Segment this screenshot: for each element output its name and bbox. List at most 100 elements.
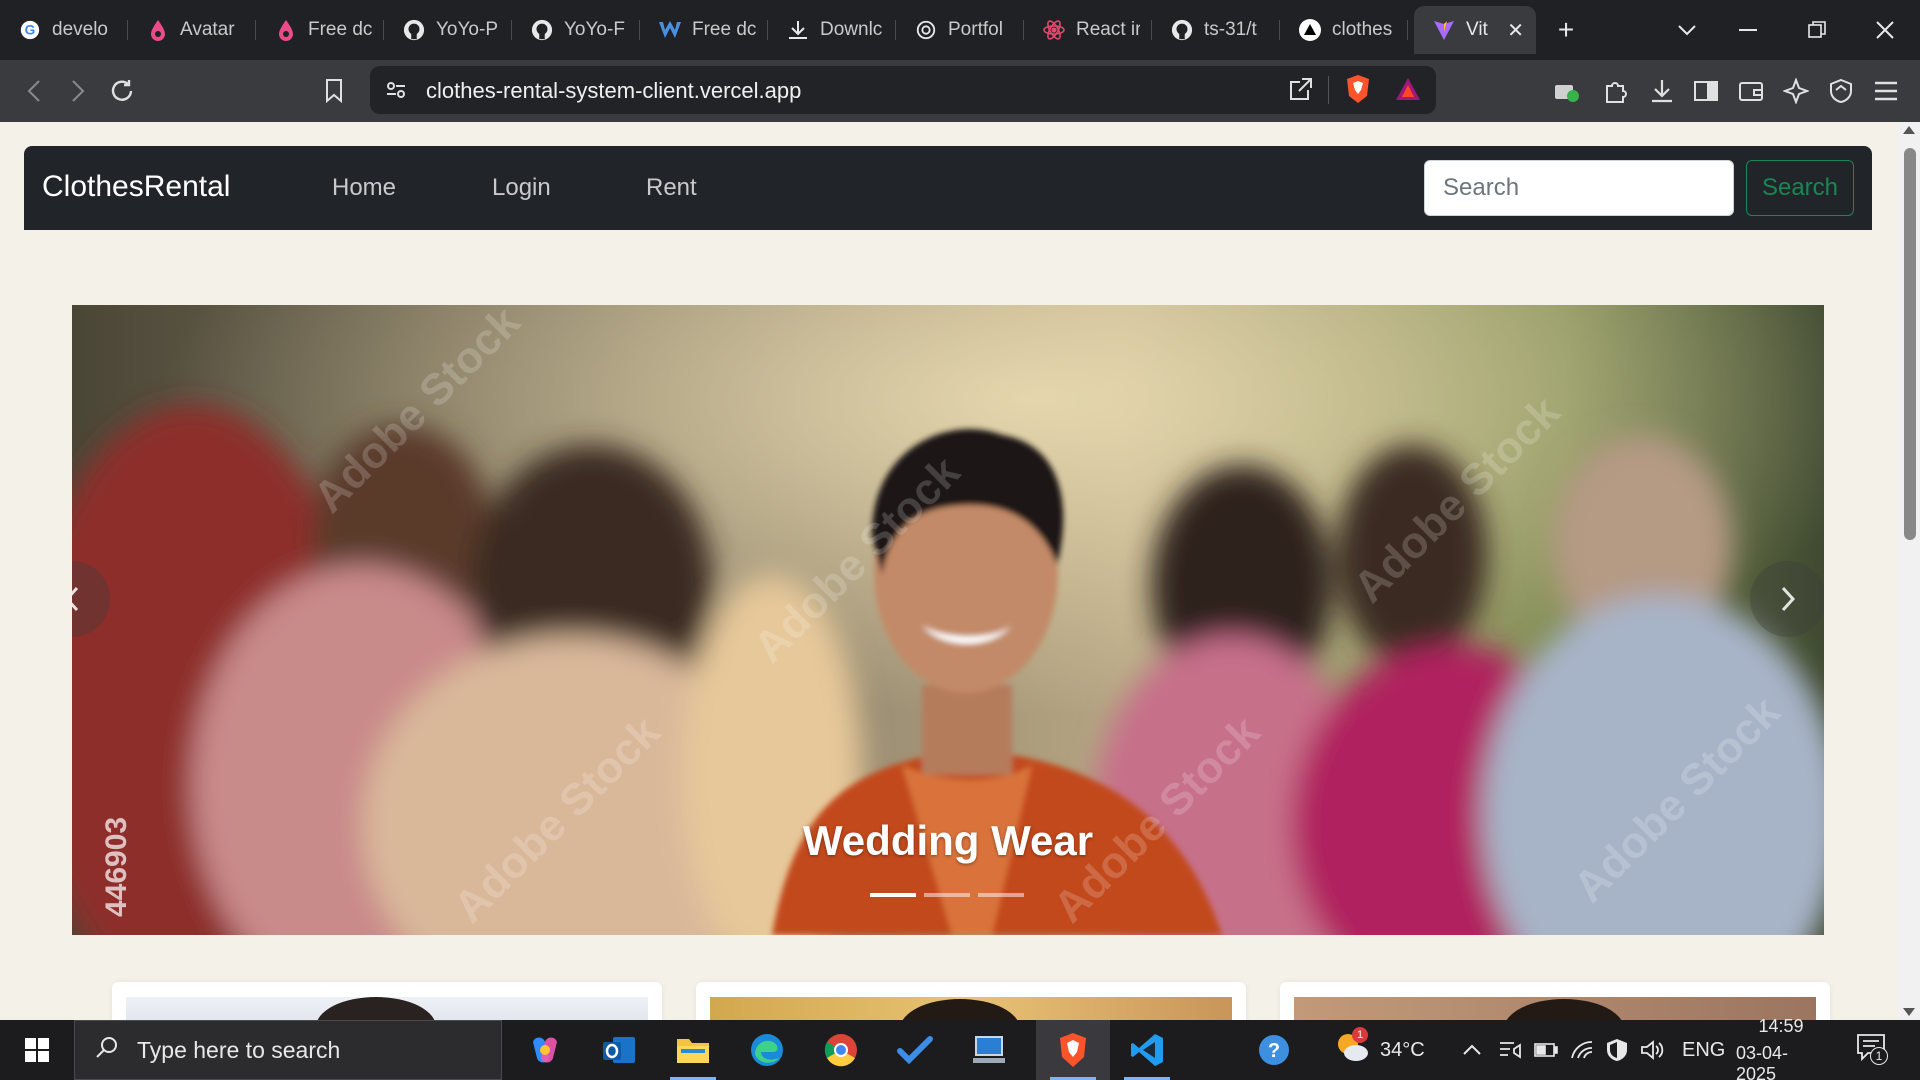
search-icon [95, 1035, 119, 1065]
clock-date: 03-04-2025 [1736, 1042, 1789, 1080]
share-icon[interactable] [1288, 76, 1314, 107]
show-hidden-icons-chevron-icon[interactable] [1462, 1020, 1482, 1080]
browser-tab[interactable]: Portfol [896, 6, 1024, 54]
carousel-indicator[interactable] [978, 893, 1024, 897]
browser-tab-active[interactable]: Vit ✕ [1414, 6, 1536, 54]
brave-browser-icon[interactable] [1036, 1020, 1110, 1080]
google-icon: G [18, 18, 42, 42]
scroll-down-arrow-icon[interactable] [1903, 1008, 1915, 1016]
nav-home-link[interactable]: Home [332, 174, 396, 202]
chrome-icon[interactable] [804, 1020, 878, 1080]
nav-login-link[interactable]: Login [492, 174, 551, 202]
browser-tab[interactable]: ts-31/t [1152, 6, 1280, 54]
scroll-up-arrow-icon[interactable] [1903, 126, 1915, 134]
vscode-icon[interactable] [1110, 1020, 1184, 1080]
todo-icon[interactable] [878, 1020, 952, 1080]
vercel-icon [1298, 18, 1322, 42]
taskbar-search-box[interactable]: Type here to search [74, 1020, 502, 1080]
product-card[interactable] [1280, 982, 1830, 1020]
notifications-icon[interactable]: 1 [1856, 1020, 1888, 1080]
site-navbar: ClothesRental Home Login Rent Search [24, 146, 1872, 230]
restore-button[interactable] [1784, 0, 1850, 60]
address-bar[interactable]: clothes-rental-system-client.vercel.app [370, 66, 1436, 114]
forward-icon[interactable] [60, 73, 96, 109]
product-card[interactable] [112, 982, 662, 1020]
tab-title: Free dc [692, 19, 756, 40]
security-shield-icon[interactable] [1606, 1020, 1628, 1080]
site-settings-icon[interactable] [384, 78, 408, 107]
hero-carousel: Adobe Stock Adobe Stock Adobe Stock Adob… [72, 305, 1824, 935]
url-text[interactable]: clothes-rental-system-client.vercel.app [426, 78, 801, 104]
browser-tab[interactable]: clothes [1280, 6, 1408, 54]
browser-tab[interactable]: YoYo-F [512, 6, 640, 54]
tab-title: Vit [1466, 19, 1488, 40]
nav-rent-link[interactable]: Rent [646, 174, 697, 202]
brave-shields-icon[interactable] [1344, 74, 1372, 109]
tab-title: YoYo-P [436, 19, 498, 40]
file-explorer-icon[interactable] [656, 1020, 730, 1080]
tab-title: React ir [1076, 19, 1140, 40]
tab-title: develo [52, 19, 108, 40]
weather-badge: 1 [1352, 1027, 1368, 1043]
wallet-icon[interactable] [1733, 73, 1769, 109]
dribbble-icon [274, 18, 298, 42]
volume-icon[interactable] [1640, 1020, 1664, 1080]
browser-tab[interactable]: G develo [0, 6, 128, 54]
reload-icon[interactable] [104, 73, 140, 109]
back-icon[interactable] [16, 73, 52, 109]
divider [1328, 76, 1329, 104]
close-tab-icon[interactable]: ✕ [1507, 18, 1524, 43]
browser-tab[interactable]: Free dc [640, 6, 768, 54]
windows-start-icon[interactable] [0, 1020, 74, 1080]
tab-title: ts-31/t [1204, 19, 1257, 40]
dribbble-icon [146, 18, 170, 42]
help-icon[interactable]: ? [1256, 1020, 1292, 1080]
meet-now-icon[interactable] [1498, 1020, 1522, 1080]
tab-search-chevron-icon[interactable] [1654, 0, 1720, 60]
product-card[interactable] [696, 982, 1246, 1020]
carousel-next-button[interactable] [1750, 561, 1824, 637]
browser-tab[interactable]: Free dc [256, 6, 384, 54]
carousel-indicator[interactable] [924, 893, 970, 897]
product-card-image [126, 997, 648, 1020]
product-card-image [1294, 997, 1816, 1020]
brave-rewards-icon[interactable] [1394, 76, 1422, 107]
browser-tab[interactable]: YoYo-P [384, 6, 512, 54]
sidebar-toggle-icon[interactable] [1688, 73, 1724, 109]
browser-tab[interactable]: Avatar [128, 6, 256, 54]
svg-text:G: G [25, 23, 36, 38]
vpn-shield-icon[interactable] [1823, 73, 1859, 109]
extensions-wallet-icon[interactable] [1549, 73, 1585, 109]
svg-text:?: ? [1268, 1040, 1280, 1062]
browser-tab[interactable]: Downlc [768, 6, 896, 54]
edge-icon[interactable] [730, 1020, 804, 1080]
extensions-puzzle-icon[interactable] [1598, 73, 1634, 109]
tab-title: Downlc [820, 19, 883, 40]
site-brand[interactable]: ClothesRental [42, 170, 230, 204]
language-indicator[interactable]: ENG [1682, 1020, 1725, 1080]
downloads-icon[interactable] [1644, 73, 1680, 109]
page-scrollbar[interactable] [1898, 122, 1920, 1020]
wifi-icon[interactable] [1570, 1020, 1594, 1080]
tab-title: clothes [1332, 19, 1393, 40]
close-window-button[interactable] [1852, 0, 1918, 60]
search-input[interactable] [1424, 160, 1734, 216]
remote-desktop-icon[interactable] [952, 1020, 1026, 1080]
copilot-icon[interactable] [508, 1020, 582, 1080]
product-card-image [710, 997, 1232, 1020]
scrollbar-thumb[interactable] [1904, 148, 1916, 540]
weather-sun-cloud-icon: 1 [1334, 1027, 1370, 1069]
minimize-button[interactable] [1715, 0, 1781, 60]
carousel-indicator[interactable] [870, 893, 916, 897]
browser-tab-strip: G develo Avatar Free dc YoYo-P YoYo-F Fr… [0, 0, 1920, 60]
browser-tab[interactable]: React ir [1024, 6, 1152, 54]
vite-icon [1432, 18, 1456, 42]
bookmark-icon[interactable] [316, 73, 352, 109]
menu-icon[interactable] [1868, 73, 1904, 109]
clock[interactable]: 14:59 03-04-2025 [1736, 1016, 1826, 1080]
weather-widget[interactable]: 1 34°C [1334, 1020, 1425, 1080]
search-button[interactable]: Search [1746, 160, 1854, 216]
outlook-icon[interactable] [582, 1020, 656, 1080]
leo-ai-icon[interactable] [1778, 73, 1814, 109]
new-tab-button[interactable]: + [1536, 6, 1596, 54]
